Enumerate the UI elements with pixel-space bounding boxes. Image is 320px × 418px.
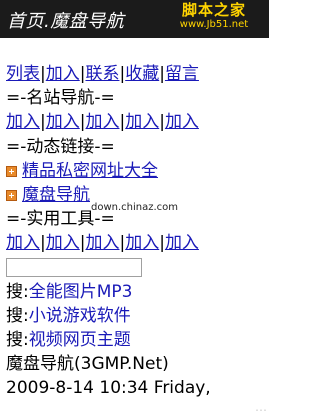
search-link-images[interactable]: 图片 [63, 282, 97, 302]
dynamic-item: 精品私密网址大全 [6, 159, 264, 183]
page-title: 首页.魔盘导航 [7, 11, 125, 32]
search-link-themes[interactable]: 主题 [97, 330, 131, 350]
site-join-link[interactable]: 加入 [46, 112, 80, 132]
nav-link-message[interactable]: 留言 [165, 64, 199, 84]
nav-link-favorite[interactable]: 收藏 [125, 64, 159, 84]
section-heading-sites: =-名站导航-= [6, 88, 115, 109]
search-prefix: 搜: [6, 281, 29, 302]
tool-join-link[interactable]: 加入 [165, 233, 199, 253]
watermark-text: 脚本之家 [181, 1, 246, 19]
watermark-mid: down.chinaz.com [91, 202, 179, 213]
footer-site: 魔盘导航(3GMP.Net) [6, 354, 169, 375]
search-link-novels[interactable]: 小说 [29, 306, 63, 326]
main-content: 列表|加入|联系|收藏|留言 =-名站导航-= 加入|加入|加入|加入|加入 =… [6, 62, 264, 400]
nav-link-contact[interactable]: 联系 [85, 64, 119, 84]
top-nav: 列表|加入|联系|收藏|留言 [6, 64, 199, 84]
search-row-1: 搜:全能图片MP3 [6, 280, 264, 304]
plus-bullet-icon [6, 189, 17, 201]
watermark-corner: … [255, 400, 267, 414]
watermark-url: www.Jb51.net [179, 19, 249, 30]
site-join-link[interactable]: 加入 [165, 112, 199, 132]
tool-join-link[interactable]: 加入 [125, 233, 159, 253]
dynamic-link[interactable]: 魔盘导航 [22, 185, 90, 205]
plus-bullet-icon [6, 165, 17, 177]
search-row-2: 搜:小说游戏软件 [6, 304, 264, 328]
sites-links: 加入|加入|加入|加入|加入 [6, 112, 199, 133]
search-link-all[interactable]: 全能 [29, 282, 63, 302]
search-prefix: 搜: [6, 305, 29, 326]
search-row-3: 搜:视频网页主题 [6, 328, 264, 352]
nav-link-list[interactable]: 列表 [6, 64, 40, 84]
search-link-mp3[interactable]: MP3 [97, 282, 133, 302]
search-prefix: 搜: [6, 329, 29, 350]
watermark-logo: 脚本之家 www.Jb51.net [162, 2, 266, 35]
tool-join-link[interactable]: 加入 [85, 233, 119, 253]
nav-link-join[interactable]: 加入 [46, 64, 80, 84]
site-join-link[interactable]: 加入 [125, 112, 159, 132]
search-link-web[interactable]: 网页 [63, 330, 97, 350]
dynamic-link[interactable]: 精品私密网址大全 [22, 161, 158, 181]
header-bar: 首页.魔盘导航 脚本之家 www.Jb51.net [0, 0, 269, 38]
search-link-games[interactable]: 游戏 [63, 306, 97, 326]
section-heading-dynamic: =-动态链接-= [6, 136, 115, 157]
search-row [6, 256, 264, 280]
footer-datetime: 2009-8-14 10:34 Friday, [6, 378, 211, 399]
search-link-video[interactable]: 视频 [29, 330, 63, 350]
search-link-software[interactable]: 软件 [97, 306, 131, 326]
site-join-link[interactable]: 加入 [6, 112, 40, 132]
site-join-link[interactable]: 加入 [85, 112, 119, 132]
tool-join-link[interactable]: 加入 [6, 233, 40, 253]
tools-links: 加入|加入|加入|加入|加入 [6, 233, 199, 254]
tool-join-link[interactable]: 加入 [46, 233, 80, 253]
search-input[interactable] [6, 258, 142, 277]
